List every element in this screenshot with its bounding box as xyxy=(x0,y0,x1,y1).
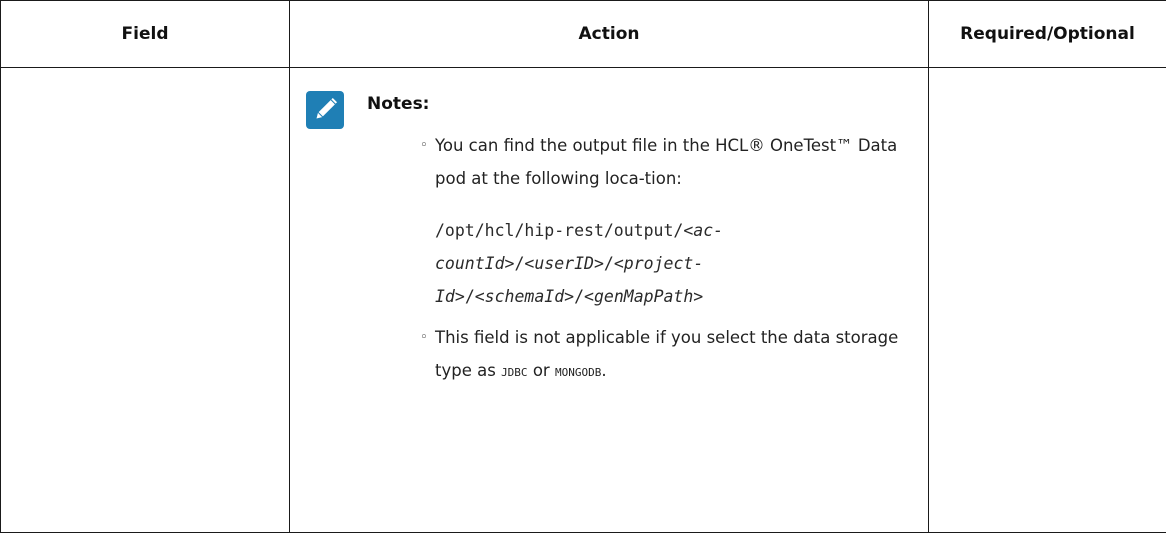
code-jdbc: JDBC xyxy=(501,366,528,379)
cell-required-optional xyxy=(929,68,1166,533)
notes-label: Notes: xyxy=(367,94,429,114)
notes-list: ◦ You can find the output file in the HC… xyxy=(420,129,920,389)
note-item-output-location: ◦ You can find the output file in the HC… xyxy=(420,129,920,313)
cell-action: Notes: ◦ You can find the output file in… xyxy=(290,68,929,533)
note-item-not-applicable: ◦ This field is not applicable if you se… xyxy=(420,321,920,389)
cell-field xyxy=(1,68,290,533)
table-header-row: Field Action Required/Optional xyxy=(1,1,1166,68)
header-required-optional: Required/Optional xyxy=(929,1,1166,68)
note-edit-icon xyxy=(306,91,344,129)
header-action: Action xyxy=(290,1,929,68)
code-mongodb: MONGODB xyxy=(555,366,601,379)
table-row: Notes: ◦ You can find the output file in… xyxy=(1,68,1166,533)
header-field: Field xyxy=(1,1,290,68)
bullet-icon: ◦ xyxy=(420,129,428,162)
note-item-text: You can find the output file in the HCL®… xyxy=(435,136,897,188)
output-path: /opt/hcl/hip-rest/output/<ac-countId>/<u… xyxy=(435,214,920,313)
bullet-icon: ◦ xyxy=(420,321,428,354)
fields-table: Field Action Required/Optional xyxy=(0,0,1166,533)
